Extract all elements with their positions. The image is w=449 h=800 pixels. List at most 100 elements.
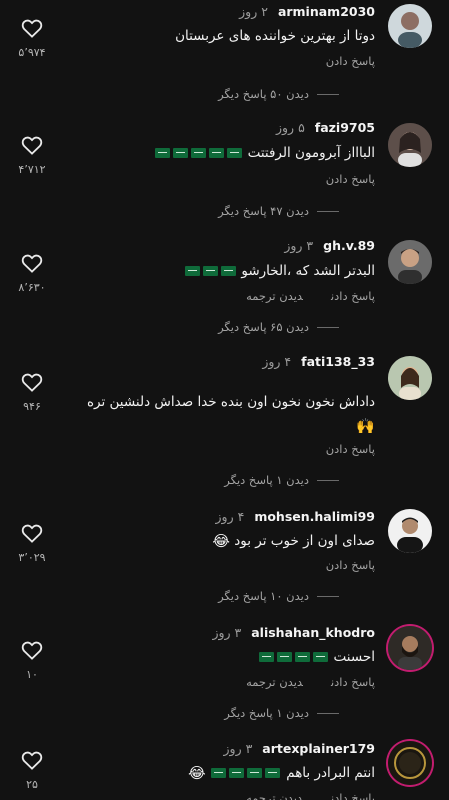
comment-text: انتم البرادر باهم 😂 [45,761,375,785]
saudi-flag-emoji [202,266,218,276]
comment-text-body: صدای اون از خوب تر بود [234,533,375,549]
saudi-flag-emoji [211,768,227,778]
divider [317,327,339,328]
like-button[interactable]: ۴٬۷۱۲ [18,135,46,176]
comment-time: ۳ روز [223,741,253,756]
flag-emoji-group [210,765,282,781]
comment-header: ۳ روز artexplainer179 [224,740,376,758]
comment-item: ۵ روز fazi9705 الباااز آبرومون الرفتتت پ… [0,115,449,225]
laughing-emoji: 😂 [212,532,230,550]
avatar[interactable] [388,741,432,785]
comment-actions: پاسخ دادن [326,54,375,68]
divider [317,94,339,95]
comment-header: ۲ روز arminam2030 [239,3,375,21]
comment-text: صدای اون از خوب تر بود 😂 [45,529,375,553]
comment-text-body: البدتر الشد که ،الخارشو [241,263,375,279]
saudi-flag-emoji [265,768,281,778]
avatar[interactable] [388,626,432,670]
saudi-flag-emoji [172,148,188,158]
reply-button[interactable]: پاسخ دادن [326,558,375,572]
like-button[interactable]: ۵٬۹۷۴ [18,18,46,59]
comment-time: ۳ روز [212,625,242,640]
comment-username[interactable]: fazi9705 [315,120,375,135]
like-count: ۴٬۷۱۲ [18,163,46,176]
view-replies-button[interactable]: دیدن ۵۰ پاسخ دیگر [218,87,339,101]
see-translation-button[interactable]: دیدن ترجمه [246,289,303,303]
comment-username[interactable]: mohsen.halimi99 [254,509,375,524]
reply-button[interactable]: پاسخ دادن [326,172,375,186]
saudi-flag-emoji [208,148,224,158]
heart-outline-icon [20,253,44,273]
comment-header: ۳ روز alishahan_khodro [212,624,375,642]
view-replies-label: دیدن ۴۷ پاسخ دیگر [218,204,309,218]
reply-button[interactable]: پاسخ دادن [331,791,375,800]
comment-actions: پاسخ دادن دیدن ترجمه [246,289,375,303]
divider [317,596,339,597]
divider [317,713,339,714]
reply-button[interactable]: پاسخ دادن [326,442,375,456]
comment-actions: پاسخ دادن [326,172,375,186]
flag-emoji-group [153,145,243,161]
comment-actions: پاسخ دادن [326,558,375,572]
like-button[interactable]: ۱۰ [20,640,44,681]
view-replies-label: دیدن ۱۰ پاسخ دیگر [218,589,309,603]
view-replies-button[interactable]: دیدن ۶۵ پاسخ دیگر [218,320,339,334]
avatar[interactable] [388,356,432,400]
like-button[interactable]: ۲۵ [20,750,44,791]
comment-username[interactable]: arminam2030 [278,4,375,19]
saudi-flag-emoji [276,652,292,662]
saudi-flag-emoji [190,148,206,158]
like-button[interactable]: ۹۴۶ [20,372,44,413]
avatar[interactable] [388,123,432,167]
comment-item: ۴ روز fati138_33 داداش نخون نخون اون بند… [0,350,449,490]
view-replies-label: دیدن ۵۰ پاسخ دیگر [218,87,309,101]
like-count: ۳٬۰۲۹ [18,551,46,564]
view-replies-button[interactable]: دیدن ۱ پاسخ دیگر [224,473,339,487]
reply-button[interactable]: پاسخ دادن [331,289,375,303]
comment-username[interactable]: fati138_33 [301,354,375,369]
comment-item: ۳ روز artexplainer179 انتم البرادر باهم … [0,737,449,800]
comment-text-body: انتم البرادر باهم [286,765,375,781]
comment-actions: پاسخ دادن [326,442,375,456]
comment-header: ۴ روز mohsen.halimi99 [216,508,375,526]
heart-outline-icon [20,135,44,155]
comment-time: ۴ روز [262,354,292,369]
see-translation-button[interactable]: دیدن ترجمه [246,675,303,689]
avatar[interactable] [388,509,432,553]
comment-time: ۲ روز [239,4,268,19]
avatar[interactable] [388,4,432,48]
comment-text-body: احسنت [333,649,375,665]
comment-header: ۵ روز fazi9705 [276,119,375,137]
heart-outline-icon [20,372,44,392]
comment-text-body: دوتا از بهترین خواننده های عربستان [175,28,375,44]
like-button[interactable]: ۳٬۰۲۹ [18,523,46,564]
comment-header: ۳ روز gh.v.89 [284,237,375,255]
view-replies-button[interactable]: دیدن ۴۷ پاسخ دیگر [218,204,339,218]
like-count: ۲۵ [26,778,38,791]
view-replies-label: دیدن ۱ پاسخ دیگر [224,473,309,487]
comment-username[interactable]: gh.v.89 [323,238,375,253]
heart-outline-icon [20,750,44,770]
reply-button[interactable]: پاسخ دادن [326,54,375,68]
flag-emoji-group [183,263,237,279]
comment-username[interactable]: alishahan_khodro [251,625,375,640]
saudi-flag-emoji [312,652,328,662]
comment-actions: پاسخ دادن دیدن ترجمه [246,791,375,800]
comment-username[interactable]: artexplainer179 [262,741,375,756]
see-translation-button[interactable]: دیدن ترجمه [246,791,303,800]
view-replies-button[interactable]: دیدن ۱ پاسخ دیگر [224,706,339,720]
saudi-flag-emoji [184,266,200,276]
saudi-flag-emoji [229,768,245,778]
avatar[interactable] [388,240,432,284]
comment-time: ۳ روز [284,238,314,253]
comment-text: احسنت [45,645,375,669]
raising-hands-emoji: 🙌 [356,417,375,435]
comment-time: ۴ روز [215,509,245,524]
view-replies-label: دیدن ۱ پاسخ دیگر [224,706,309,720]
heart-outline-icon [20,523,44,543]
view-replies-button[interactable]: دیدن ۱۰ پاسخ دیگر [218,589,339,603]
reply-button[interactable]: پاسخ دادن [331,675,375,689]
comment-item: ۳ روز gh.v.89 البدتر الشد که ،الخارشو پا… [0,232,449,342]
like-button[interactable]: ۸٬۶۳۰ [18,253,46,294]
comment-item: ۴ روز mohsen.halimi99 صدای اون از خوب تر… [0,505,449,615]
